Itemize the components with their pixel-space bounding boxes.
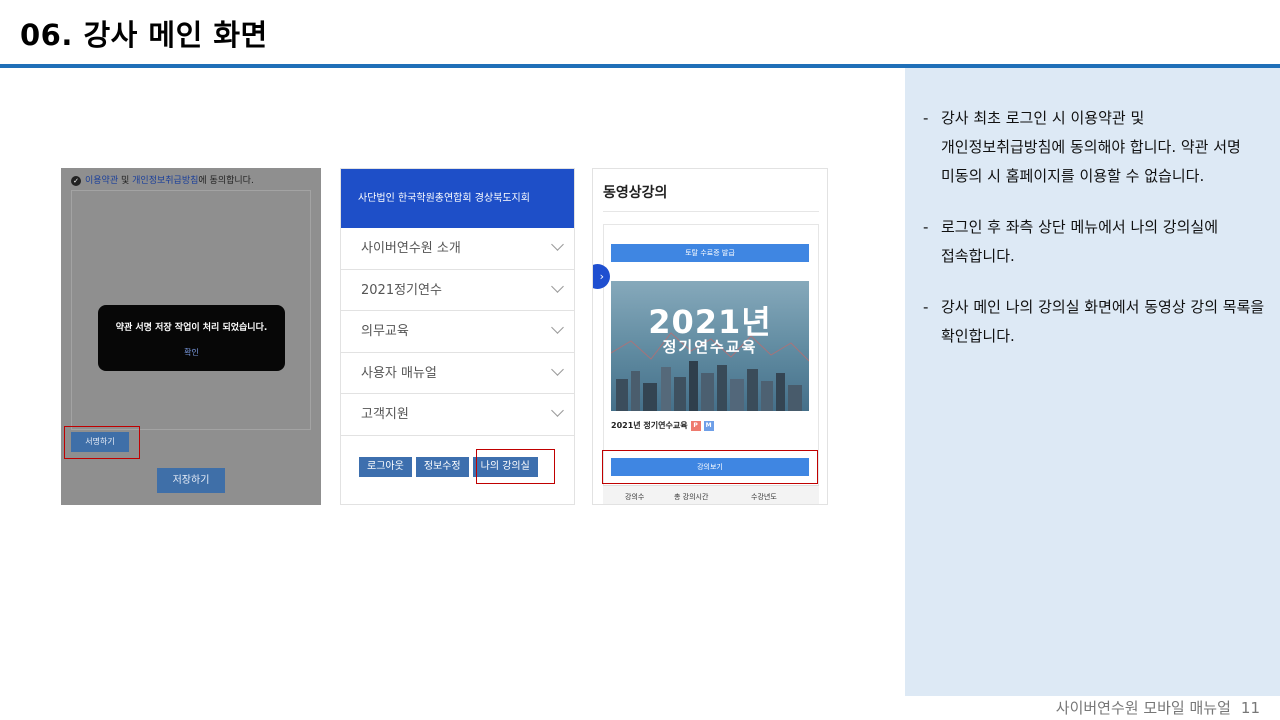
save-button[interactable]: 저장하기 xyxy=(157,468,225,493)
certificate-button[interactable]: 토탈 수료증 발급 xyxy=(611,244,809,262)
menu-item-intro[interactable]: 사이버연수원 소개 xyxy=(341,228,574,270)
menu-item-manual[interactable]: 사용자 매뉴얼 xyxy=(341,353,574,394)
check-icon[interactable]: ✓ xyxy=(71,175,81,186)
slide: 06. 강사 메인 화면 ✓ 이용약관 및 개인정보취급방침에 동의합니다. 약관… xyxy=(0,0,1280,720)
course-title: 2021년 정기연수교육 P M xyxy=(611,420,714,431)
agree-line: ✓ 이용약관 및 개인정보취급방침에 동의합니다. xyxy=(71,173,254,186)
heading-divider xyxy=(603,211,819,212)
terms-link[interactable]: 이용약관 xyxy=(85,176,118,186)
table-header-year: 수강년도 xyxy=(751,493,777,501)
menu-item-support[interactable]: 고객지원 xyxy=(341,394,574,436)
explanation-item: - 로그인 후 좌측 상단 메뉴에서 나의 강의실에 접속합니다. xyxy=(923,218,1219,265)
sign-button-highlight xyxy=(64,426,140,459)
agree-suffix: 에 동의합니다. xyxy=(198,176,254,186)
agree-and: 및 xyxy=(121,176,130,186)
page-number: 11 xyxy=(1240,699,1260,717)
explanation-list: - 강사 최초 로그인 시 이용약관 및 개인정보취급방침에 동의해야 합니다. … xyxy=(923,104,1265,373)
privacy-link[interactable]: 개인정보취급방침 xyxy=(132,176,198,186)
tag-p-badge: P xyxy=(690,420,701,431)
chevron-down-icon xyxy=(551,362,564,376)
section-heading: 동영상강의 xyxy=(603,185,668,201)
page-title: 06. 강사 메인 화면 xyxy=(20,18,268,52)
explanation-item: - 강사 메인 나의 강의실 화면에서 동영상 강의 목록을 확인합니다. xyxy=(923,298,1265,345)
menu-item-mandatory[interactable]: 의무교육 xyxy=(341,311,574,353)
save-complete-dialog: 약관 서명 저장 작업이 처리 되었습니다. 확인 xyxy=(98,305,285,371)
menu-item-training[interactable]: 2021정기연수 xyxy=(341,270,574,311)
chevron-down-icon xyxy=(551,321,564,334)
nav-menu: 사이버연수원 소개 2021정기연수 의무교육 사용자 매뉴얼 고객지원 xyxy=(341,228,574,436)
lecture-table-header: 강의수 총 강의시간 수강년도 xyxy=(603,485,819,504)
edit-info-button[interactable]: 정보수정 xyxy=(415,457,469,477)
tag-m-badge: M xyxy=(703,420,714,431)
footer: 사이버연수원 모바일 매뉴얼 11 xyxy=(1046,697,1260,718)
footer-text: 사이버연수원 모바일 매뉴얼 xyxy=(1055,699,1231,717)
my-classroom-highlight xyxy=(476,449,555,484)
table-header-count: 강의수 xyxy=(625,493,645,501)
view-lecture-highlight xyxy=(602,450,818,484)
chevron-down-icon xyxy=(551,279,564,293)
explanation-item: - 강사 최초 로그인 시 이용약관 및 개인정보취급방침에 동의해야 합니다. … xyxy=(923,109,1241,185)
dialog-message: 약관 서명 저장 작업이 처리 되었습니다. xyxy=(115,323,268,333)
chevron-down-icon xyxy=(551,404,564,417)
course-banner: 2021년 정기연수교육 xyxy=(611,281,809,411)
table-header-duration: 총 강의시간 xyxy=(674,493,709,501)
chevron-down-icon xyxy=(551,238,564,251)
logout-button[interactable]: 로그아웃 xyxy=(359,457,412,477)
brand-header: 사단법인 한국학원총연합회 경상북도지회 xyxy=(341,169,574,228)
banner-subtitle: 정기연수교육 xyxy=(662,338,758,356)
dialog-ok-button[interactable]: 확인 xyxy=(98,347,285,358)
explanation-panel: - 강사 최초 로그인 시 이용약관 및 개인정보취급방침에 동의해야 합니다. … xyxy=(905,68,1280,696)
